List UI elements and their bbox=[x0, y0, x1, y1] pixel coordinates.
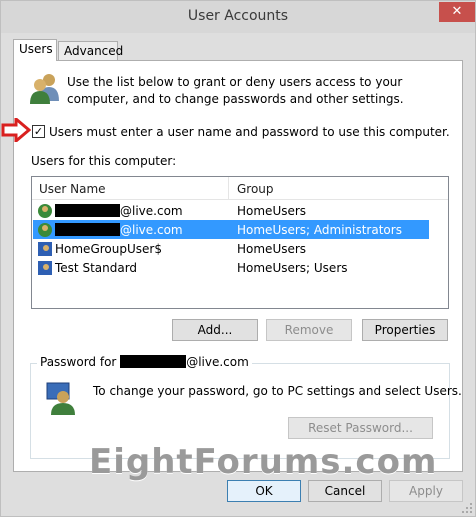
intro-text: Use the list below to grant or deny user… bbox=[67, 75, 404, 106]
column-divider[interactable] bbox=[228, 177, 229, 199]
user-account-icon bbox=[38, 261, 52, 275]
user-name: HomeGroupUser$ bbox=[55, 242, 162, 256]
user-group: HomeUsers bbox=[237, 204, 307, 218]
user-account-icon bbox=[38, 204, 52, 218]
cancel-button[interactable]: Cancel bbox=[308, 480, 382, 502]
user-group: HomeUsers; Administrators bbox=[237, 223, 402, 237]
redacted-name bbox=[55, 204, 120, 217]
user-accounts-window: User Accounts ✕ Users Advanced Use the l… bbox=[0, 0, 476, 517]
reset-password-button[interactable]: Reset Password... bbox=[288, 417, 433, 439]
users-group-icon bbox=[30, 74, 59, 104]
user-row[interactable]: Test Standard HomeUsers; Users bbox=[33, 258, 429, 277]
window-title: User Accounts bbox=[187, 8, 289, 24]
user-name: Test Standard bbox=[55, 261, 138, 275]
password-hint-text: To change your password, go to PC settin… bbox=[93, 384, 462, 398]
user-group: HomeUsers bbox=[237, 242, 307, 256]
remove-button[interactable]: Remove bbox=[266, 319, 352, 341]
user-account-icon bbox=[38, 223, 52, 237]
redacted-name bbox=[55, 223, 120, 236]
require-login-label[interactable]: Users must enter a user name and passwor… bbox=[49, 125, 450, 139]
password-group-legend: Password for @live.com bbox=[37, 355, 252, 369]
red-arrow-icon bbox=[1, 118, 31, 142]
properties-button[interactable]: Properties bbox=[362, 319, 448, 341]
header-divider bbox=[32, 199, 448, 200]
user-name: @live.com bbox=[120, 204, 183, 218]
users-list[interactable]: User Name Group @live.com HomeUsers @liv… bbox=[31, 176, 449, 309]
user-row[interactable]: @live.com HomeUsers bbox=[33, 201, 429, 220]
user-group: HomeUsers; Users bbox=[237, 261, 348, 275]
ok-button[interactable]: OK bbox=[227, 480, 301, 502]
user-row[interactable]: HomeGroupUser$ HomeUsers bbox=[33, 239, 429, 258]
user-row-selected[interactable]: @live.com HomeUsers; Administrators bbox=[33, 220, 429, 239]
title-bar[interactable]: User Accounts ✕ bbox=[1, 1, 475, 33]
users-section-label: Users for this computer: bbox=[31, 154, 177, 168]
user-account-icon bbox=[38, 242, 52, 256]
apply-button[interactable]: Apply bbox=[389, 480, 463, 502]
tab-advanced[interactable]: Advanced bbox=[58, 41, 123, 60]
user-password-icon bbox=[46, 382, 75, 415]
user-name: @live.com bbox=[120, 223, 183, 237]
column-header-group[interactable]: Group bbox=[237, 182, 274, 196]
add-button[interactable]: Add... bbox=[172, 319, 258, 341]
resize-grip-icon[interactable] bbox=[461, 502, 473, 514]
watermark: EightForums.com bbox=[89, 442, 438, 482]
redacted-name bbox=[120, 355, 187, 368]
column-header-user-name[interactable]: User Name bbox=[39, 182, 106, 196]
require-login-checkbox[interactable]: ✓ bbox=[32, 125, 45, 138]
tab-users[interactable]: Users bbox=[13, 39, 57, 61]
close-button[interactable]: ✕ bbox=[439, 2, 475, 22]
